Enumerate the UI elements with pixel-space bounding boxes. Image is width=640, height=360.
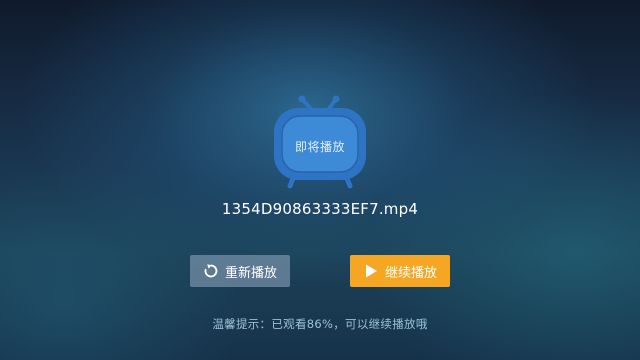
restart-button-label: 重新播放 [224,265,277,281]
continue-button[interactable]: 继续播放 [350,255,450,287]
continue-button-label: 继续播放 [384,265,437,281]
play-icon [363,263,379,279]
replay-icon [203,263,219,279]
player-resume-screen: 即将播放 1354D90863333EF7.mp4 重新播放 继续播放 温馨提示… [0,0,640,360]
resume-tip: 温馨提示：已观看86%，可以继续播放哦 [212,317,428,331]
tv-status-label: 即将播放 [294,140,345,154]
restart-button[interactable]: 重新播放 [190,255,290,287]
video-filename: 1354D90863333EF7.mp4 [221,200,419,218]
